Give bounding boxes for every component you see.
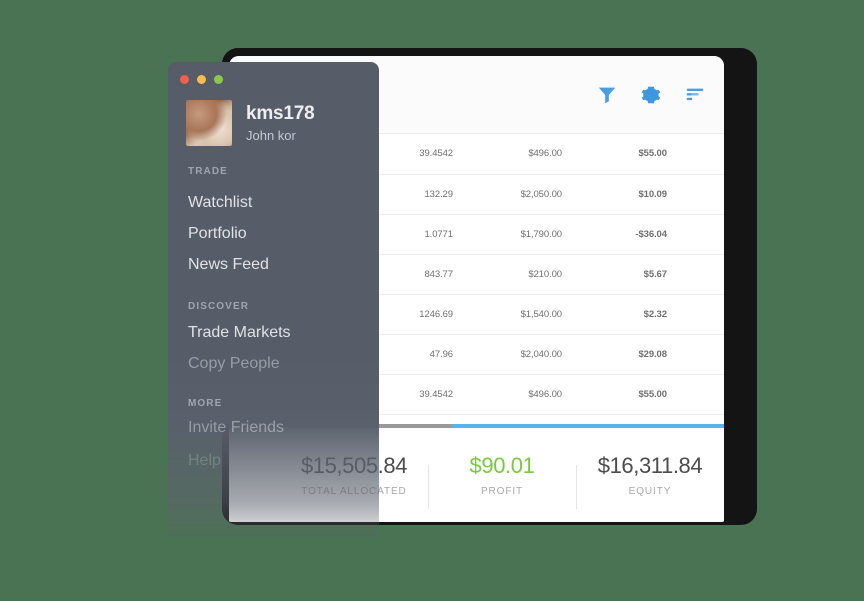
cell-percent: 11.09% (682, 374, 724, 415)
cell-units: 1.0771 (363, 214, 469, 255)
cell-amount: $496.00 (468, 374, 578, 415)
summary-equity: $16,311.84 EQUITY (576, 453, 724, 509)
avatar[interactable] (186, 100, 232, 146)
profile-text: kms178 John kor (246, 103, 315, 143)
cell-percent: 11.09% (682, 134, 724, 175)
nav-group-label-more: MORE (188, 398, 223, 409)
profile-block[interactable]: kms178 John kor (186, 100, 315, 146)
cell-percent: 0.15% (682, 294, 724, 335)
profile-username: kms178 (246, 103, 315, 125)
cell-units: 47.96 (363, 334, 469, 375)
cell-units: 843.77 (363, 254, 469, 295)
sort-list-icon[interactable] (684, 84, 706, 106)
summary-value: $90.01 (469, 453, 535, 478)
sidebar-item-copy-people[interactable]: Copy People (188, 355, 280, 373)
cell-units: 39.4542 (363, 134, 469, 175)
cell-percent: 0.49% (682, 174, 724, 215)
sidebar-item-news-feed[interactable]: News Feed (188, 256, 269, 274)
cell-amount: $496.00 (468, 134, 578, 175)
traffic-lights (180, 75, 223, 84)
sidebar: kms178 John kor TRADE Watchlist Portfoli… (168, 62, 379, 538)
cell-amount: $1,540.00 (468, 294, 578, 335)
cell-percent: 2.70% (682, 254, 724, 295)
sidebar-item-portfolio[interactable]: Portfolio (188, 225, 247, 243)
minimize-button[interactable] (197, 75, 206, 84)
maximize-button[interactable] (214, 75, 223, 84)
cell-profit: $2.32 (577, 294, 683, 335)
cell-amount: $210.00 (468, 254, 578, 295)
cell-percent: -2.01% (682, 214, 724, 255)
cell-units: 132.29 (363, 174, 469, 215)
summary-label: EQUITY (628, 486, 672, 497)
nav-group-label-trade: TRADE (188, 166, 228, 177)
cell-percent: 1.43% (682, 334, 724, 375)
summary-label: PROFIT (480, 486, 524, 497)
sidebar-item-watchlist[interactable]: Watchlist (188, 194, 252, 212)
summary-profit: $90.01 PROFIT (428, 453, 576, 509)
cell-units: 39.4542 (363, 374, 469, 415)
sidebar-item-help[interactable]: Help (188, 452, 221, 470)
cell-amount: $2,040.00 (468, 334, 578, 375)
cell-profit: $5.67 (577, 254, 683, 295)
cell-profit: $29.08 (577, 334, 683, 375)
cell-profit: -$36.04 (577, 214, 683, 255)
profile-fullname: John kor (246, 127, 296, 143)
cell-units: 1246.69 (363, 294, 469, 335)
close-button[interactable] (180, 75, 189, 84)
cell-profit: $55.00 (577, 134, 683, 175)
cell-amount: $2,050.00 (468, 174, 578, 215)
cell-profit: $55.00 (577, 374, 683, 415)
toolbar-icon-group (596, 84, 706, 106)
cell-amount: $1,790.00 (468, 214, 578, 255)
sidebar-item-invite-friends[interactable]: Invite Friends (188, 419, 284, 437)
sidebar-item-trade-markets[interactable]: Trade Markets (188, 324, 291, 342)
filter-icon[interactable] (596, 84, 618, 106)
cell-profit: $10.09 (577, 174, 683, 215)
summary-value: $16,311.84 (597, 453, 703, 478)
gear-icon[interactable] (640, 84, 662, 106)
nav-group-label-discover: DISCOVER (188, 301, 250, 312)
